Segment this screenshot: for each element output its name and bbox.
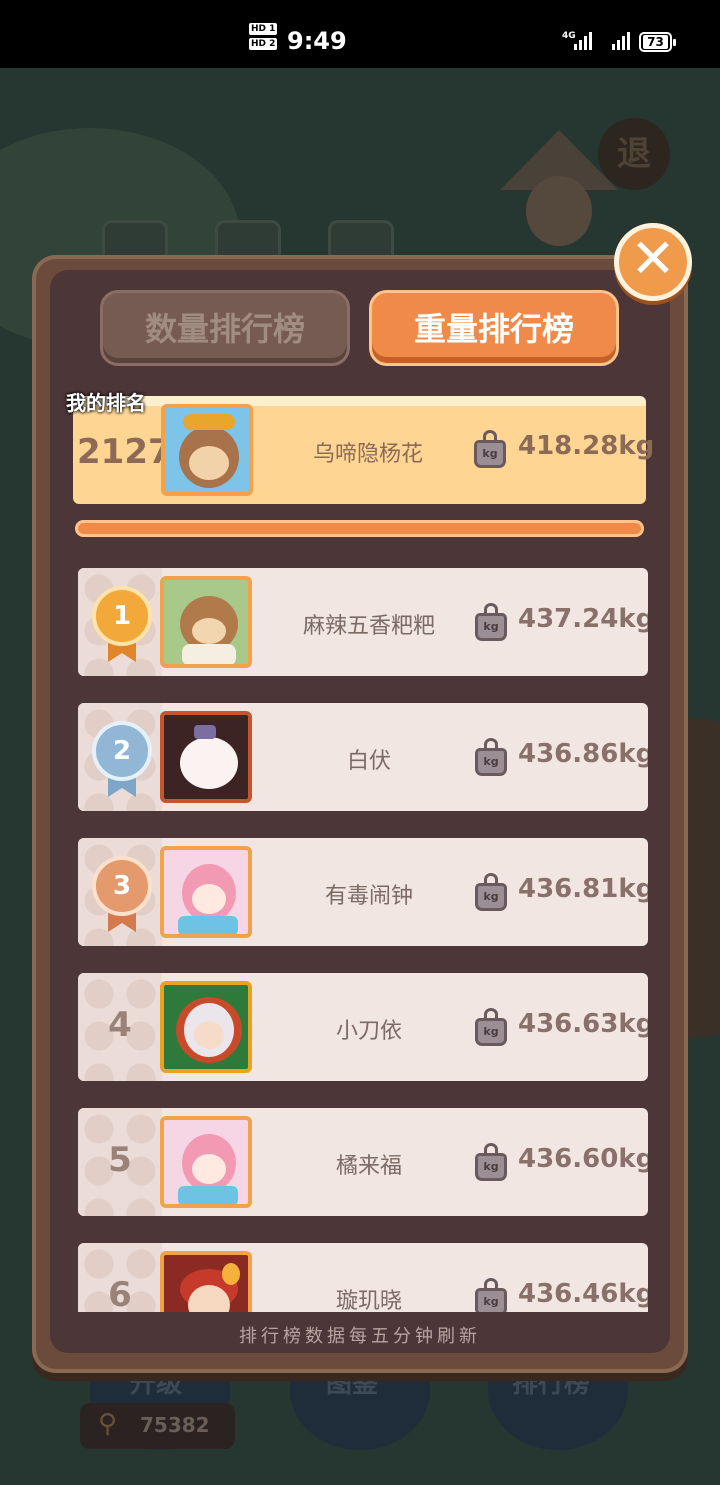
rank-number: 4 — [108, 1005, 132, 1045]
clock: 9:49 — [287, 27, 347, 55]
silver-medal-icon: 2 — [92, 721, 152, 801]
my-player-name: 乌啼隐杨花 — [312, 442, 423, 467]
rank-number: 5 — [108, 1140, 132, 1180]
ranking-list[interactable]: 1 麻辣五香粑粑 kg 437.24kg 2 白伏 kg 436.86kg 3 — [72, 560, 656, 1312]
player-name: 白伏 — [346, 749, 391, 774]
hd1-indicator: HD 1 — [249, 23, 278, 35]
kg-weight-icon: kg — [474, 1143, 508, 1181]
player-name: 小刀依 — [335, 1019, 402, 1044]
kg-weight-icon: kg — [474, 603, 508, 641]
tab-count-ranking[interactable]: 数量排行榜 — [100, 290, 350, 366]
weight-value: 436.63kg — [518, 1009, 648, 1039]
weight-value: 436.81kg — [518, 874, 648, 904]
ranking-row: 2 白伏 kg 436.86kg — [78, 703, 648, 811]
kg-weight-icon: kg — [473, 430, 507, 468]
kg-weight-icon: kg — [474, 1008, 508, 1046]
ranking-row: 6 璇玑晓 kg 436.46kg — [78, 1243, 648, 1312]
bronze-medal-icon: 3 — [92, 856, 152, 936]
avatar — [160, 1251, 252, 1312]
my-rank-row: 2127 乌啼隐杨花 kg 418.28kg — [73, 396, 654, 504]
avatar — [160, 981, 252, 1073]
status-bar: HD 1 HD 2 9:49 4G 73 — [0, 0, 720, 68]
kg-weight-icon: kg — [474, 1278, 508, 1312]
close-button[interactable]: ✕ — [614, 223, 692, 301]
hd2-indicator: HD 2 — [249, 38, 278, 50]
signal-icon — [574, 30, 592, 50]
my-rank-number: 2127 — [77, 432, 172, 472]
my-rank-label: 我的排名 — [66, 391, 146, 415]
avatar — [160, 846, 252, 938]
refresh-note: 排行榜数据每五分钟刷新 — [239, 1326, 481, 1347]
player-name: 有毒闹钟 — [324, 884, 413, 909]
avatar — [160, 576, 252, 668]
ranking-row: 4 小刀依 kg 436.63kg — [78, 973, 648, 1081]
weight-value: 436.46kg — [518, 1279, 648, 1309]
ranking-row: 5 橘来福 kg 436.60kg — [78, 1108, 648, 1216]
gold-medal-icon: 1 — [92, 586, 152, 666]
weight-value: 437.24kg — [518, 604, 648, 634]
avatar — [161, 404, 253, 496]
player-name: 璇玑晓 — [335, 1289, 402, 1312]
coin-counter: 75382 — [80, 1403, 235, 1449]
weight-value: 436.60kg — [518, 1144, 648, 1174]
hd-indicators: HD 1 HD 2 — [249, 23, 278, 53]
kg-weight-icon: kg — [474, 873, 508, 911]
rank-number: 6 — [108, 1275, 132, 1312]
ranking-row: 1 麻辣五香粑粑 kg 437.24kg — [78, 568, 648, 676]
player-name: 橘来福 — [335, 1154, 402, 1179]
battery-level: 73 — [643, 35, 668, 49]
avatar — [160, 711, 252, 803]
kg-weight-icon: kg — [474, 738, 508, 776]
tab-weight-ranking[interactable]: 重量排行榜 — [369, 290, 619, 366]
background-character — [500, 130, 618, 260]
weight-value: 436.86kg — [518, 739, 648, 769]
close-icon: ✕ — [630, 227, 676, 290]
signal-icon-2 — [612, 30, 630, 50]
player-name: 麻辣五香粑粑 — [302, 614, 435, 639]
divider-bar — [75, 520, 644, 537]
my-weight-value: 418.28kg — [518, 431, 655, 461]
ranking-row: 3 有毒闹钟 kg 436.81kg — [78, 838, 648, 946]
battery-icon: 73 — [639, 32, 676, 52]
avatar — [160, 1116, 252, 1208]
